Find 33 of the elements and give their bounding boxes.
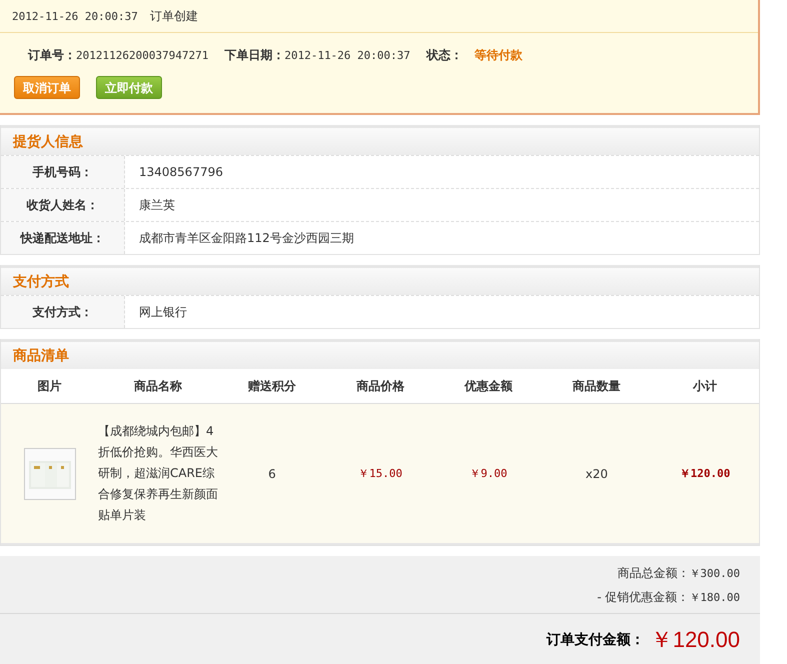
summary-label: 商品总金额：: [617, 566, 690, 580]
status-value: 等待付款: [474, 47, 522, 64]
field-value: 2012-11-26 20:00:37: [284, 49, 410, 62]
row-value: 康兰英: [138, 196, 175, 214]
row-label: 手机号码：: [1, 156, 125, 188]
row-value: 成都市青羊区金阳路112号金沙西园三期: [138, 230, 354, 246]
pay-now-button[interactable]: 立即付款: [96, 76, 162, 99]
field-label: 状态：: [426, 47, 462, 64]
summary-value: ￥180.00: [689, 591, 740, 604]
row-value: 网上银行: [138, 304, 187, 320]
product-name: 【成都绕城内包邮】4折低价抢购。华西医大研制，超滋润CARE综合修复保养再生新颜面贴单片装: [98, 423, 218, 524]
field-value: 20121126200037947271: [76, 49, 208, 62]
section-title: 支付方式: [1, 265, 759, 295]
total-amount: ￥120.00: [650, 626, 740, 654]
section-title: 商品清单: [1, 339, 759, 369]
total-label: 订单支付金额：: [546, 631, 645, 649]
field-label: 下单日期：: [224, 47, 284, 64]
row-value: 13408567796: [138, 164, 223, 181]
row-label: 支付方式：: [1, 296, 125, 328]
summary-value: ￥300.00: [689, 567, 740, 580]
cancel-order-button[interactable]: 取消订单: [14, 76, 80, 99]
row-label: 收货人姓名：: [1, 189, 125, 221]
field-label: 订单号：: [28, 47, 76, 64]
log-time: 2012-11-26 20:00:37: [12, 10, 138, 22]
quantity-cell: x20: [542, 404, 651, 545]
section-title: 提货人信息: [1, 125, 759, 155]
log-event: 订单创建: [150, 8, 198, 24]
discount-cell: ￥9.00: [434, 404, 543, 545]
price-cell: ￥15.00: [326, 404, 434, 545]
subtotal-cell: ￥120.00: [650, 404, 759, 545]
points-cell: 6: [218, 404, 326, 545]
summary-label: - 促销优惠金额：: [597, 590, 690, 604]
row-label: 快递配送地址：: [1, 222, 125, 254]
